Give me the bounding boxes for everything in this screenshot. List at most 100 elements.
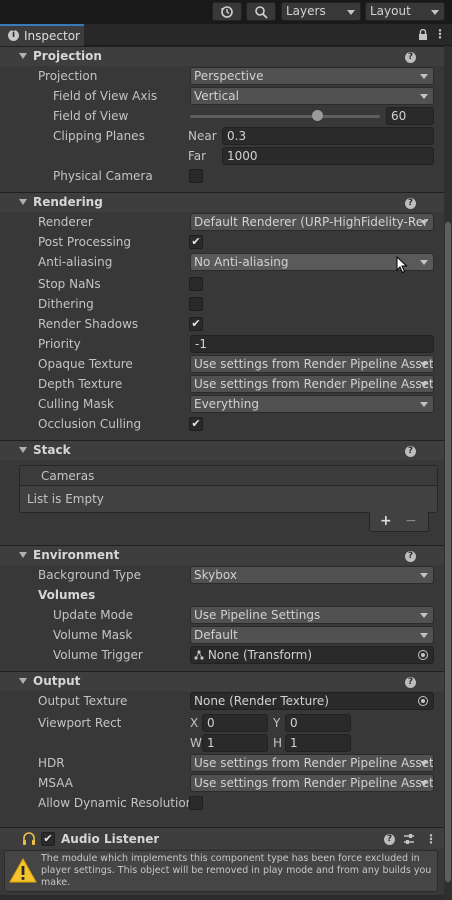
component-audio-listener[interactable]: ✔ Audio Listener ? ⋮ — [0, 827, 444, 849]
remove-item-button[interactable]: − — [405, 513, 417, 529]
add-item-button[interactable]: + — [380, 513, 392, 529]
layout-dropdown[interactable]: Layout — [365, 2, 445, 21]
help-icon[interactable]: ? — [405, 52, 416, 63]
history-button[interactable] — [212, 2, 242, 21]
warning-helpbox: The module which implements this compone… — [4, 850, 438, 892]
scrollbar-thumb[interactable] — [445, 222, 451, 882]
render-shadows-checkbox[interactable]: ✔ — [189, 317, 203, 331]
lock-icon[interactable] — [418, 29, 428, 41]
far-value: 1000 — [227, 149, 258, 163]
section-title: Rendering — [33, 195, 103, 209]
checkmark-icon: ✔ — [43, 832, 53, 845]
object-picker-icon[interactable] — [418, 650, 428, 660]
volume-trigger-field[interactable]: None (Transform) — [190, 646, 434, 664]
component-menu-icon[interactable]: ⋮ — [425, 831, 437, 847]
opaque-texture-dropdown[interactable]: Use settings from Render Pipeline Asset — [190, 355, 434, 373]
fov-value-field[interactable]: 60 — [386, 107, 434, 125]
audio-listener-title: Audio Listener — [61, 832, 160, 846]
far-field[interactable]: 1000 — [222, 147, 434, 165]
chevron-down-icon — [420, 382, 428, 387]
render-shadows-label: Render Shadows — [38, 317, 139, 331]
opaque-texture-label: Opaque Texture — [38, 357, 133, 371]
section-projection[interactable]: Projection ? — [0, 46, 444, 66]
fov-slider-track[interactable] — [190, 115, 380, 118]
presets-icon[interactable] — [403, 833, 415, 845]
list-footer: + − — [369, 512, 429, 532]
update-mode-dropdown[interactable]: Use Pipeline Settings — [190, 606, 434, 624]
depth-texture-dropdown[interactable]: Use settings from Render Pipeline Asset — [190, 375, 434, 393]
post-processing-label: Post Processing — [38, 235, 131, 249]
priority-label: Priority — [38, 337, 81, 351]
occlusion-culling-checkbox[interactable]: ✔ — [189, 417, 203, 431]
near-field[interactable]: 0.3 — [222, 127, 434, 145]
viewport-h-value: 1 — [290, 736, 298, 750]
antialiasing-label: Anti-aliasing — [38, 255, 113, 269]
viewport-x-field[interactable]: 0 — [202, 714, 268, 732]
chevron-down-icon — [420, 761, 428, 766]
help-icon[interactable]: ? — [405, 551, 416, 562]
layers-label: Layers — [286, 4, 326, 18]
viewport-x-label: X — [190, 716, 199, 730]
stop-nans-checkbox[interactable] — [189, 277, 203, 291]
object-picker-icon[interactable] — [418, 696, 428, 706]
fov-label: Field of View — [53, 109, 129, 123]
background-type-value: Skybox — [194, 568, 237, 582]
physical-camera-checkbox[interactable] — [189, 169, 203, 183]
layout-label: Layout — [370, 4, 411, 18]
viewport-y-field[interactable]: 0 — [285, 714, 351, 732]
renderer-value: Default Renderer (URP-HighFidelity-Rer — [194, 215, 429, 229]
volume-mask-dropdown[interactable]: Default — [190, 626, 434, 644]
msaa-value: Use settings from Render Pipeline Asset — [194, 776, 434, 790]
fov-slider-thumb[interactable] — [311, 110, 323, 121]
layers-dropdown[interactable]: Layers — [281, 2, 361, 21]
output-texture-value: None (Render Texture) — [194, 694, 329, 708]
viewport-w-label: W — [190, 736, 202, 750]
info-icon: i — [8, 30, 19, 41]
tab-inspector[interactable]: i Inspector — [0, 24, 84, 46]
renderer-label: Renderer — [38, 215, 93, 229]
projection-label: Projection — [38, 69, 98, 83]
fov-axis-value: Vertical — [194, 89, 239, 103]
viewport-h-field[interactable]: 1 — [285, 734, 351, 752]
renderer-dropdown[interactable]: Default Renderer (URP-HighFidelity-Rer — [190, 213, 434, 231]
help-icon[interactable]: ? — [405, 446, 416, 457]
audio-listener-enabled-checkbox[interactable]: ✔ — [41, 832, 55, 846]
hdr-label: HDR — [38, 756, 65, 770]
help-icon[interactable]: ? — [384, 834, 395, 845]
hdr-dropdown[interactable]: Use settings from Render Pipeline Asset — [190, 754, 434, 772]
fov-value: 60 — [391, 109, 407, 123]
section-environment[interactable]: Environment ? — [0, 545, 444, 565]
section-output[interactable]: Output ? — [0, 671, 444, 691]
hdr-value: Use settings from Render Pipeline Asset — [194, 756, 434, 770]
help-icon[interactable]: ? — [405, 198, 416, 209]
section-stack[interactable]: Stack ? — [0, 440, 444, 460]
chevron-down-icon — [420, 74, 428, 79]
section-rendering[interactable]: Rendering ? — [0, 192, 444, 212]
background-type-dropdown[interactable]: Skybox — [190, 566, 434, 584]
fov-axis-dropdown[interactable]: Vertical — [190, 87, 434, 105]
vertical-scrollbar[interactable] — [444, 46, 452, 900]
section-title: Projection — [33, 49, 102, 63]
post-processing-checkbox[interactable]: ✔ — [189, 235, 203, 249]
dithering-checkbox[interactable] — [189, 297, 203, 311]
help-icon[interactable]: ? — [405, 677, 416, 688]
search-button[interactable] — [246, 2, 276, 21]
chevron-down-icon — [420, 220, 428, 225]
projection-dropdown[interactable]: Perspective — [190, 67, 434, 85]
output-texture-field[interactable]: None (Render Texture) — [190, 692, 434, 710]
list-empty-text: List is Empty — [27, 492, 104, 506]
foldout-arrow-icon — [19, 199, 27, 205]
volumes-label: Volumes — [38, 588, 96, 602]
allow-dynamic-resolution-checkbox[interactable] — [189, 796, 203, 810]
msaa-dropdown[interactable]: Use settings from Render Pipeline Asset — [190, 774, 434, 792]
chevron-down-icon — [420, 633, 428, 638]
viewport-w-field[interactable]: 1 — [202, 734, 268, 752]
foldout-arrow-icon — [19, 678, 27, 684]
update-mode-value: Use Pipeline Settings — [194, 608, 321, 622]
culling-mask-value: Everything — [194, 397, 259, 411]
clipping-planes-label: Clipping Planes — [53, 129, 145, 143]
update-mode-label: Update Mode — [53, 608, 133, 622]
tab-menu-icon[interactable]: ⋮ — [434, 26, 446, 42]
priority-field[interactable]: -1 — [190, 335, 434, 353]
culling-mask-dropdown[interactable]: Everything — [190, 395, 434, 413]
